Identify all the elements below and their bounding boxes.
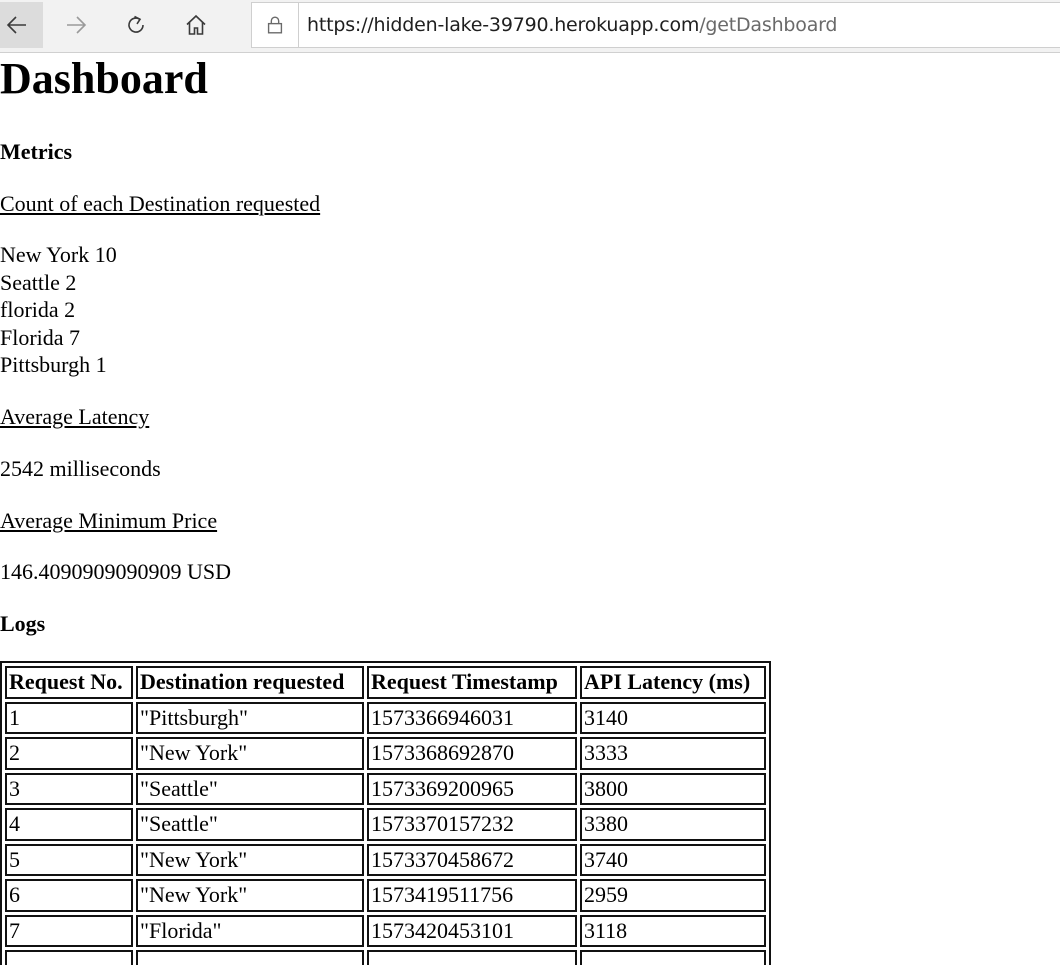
table-cell: 3118 (580, 914, 766, 947)
page-content: Dashboard Metrics Count of each Destinat… (0, 53, 1060, 965)
url-text: https://hidden-lake-39790.herokuapp.com/… (299, 14, 837, 36)
table-cell: "Pittsburgh" (136, 701, 364, 734)
table-cell: "New York" (136, 879, 364, 912)
table-cell: 1573368692870 (367, 737, 577, 770)
table-cell: 2 (5, 737, 133, 770)
table-row: 5 "New York" 1573370458672 3740 (5, 843, 766, 876)
avg-latency-heading: Average Latency (0, 404, 150, 429)
table-cell: 1573370458672 (367, 843, 577, 876)
table-row: 4 "Seattle" 1573370157232 3380 (5, 808, 766, 841)
browser-toolbar: https://hidden-lake-39790.herokuapp.com/… (0, 0, 1060, 53)
address-bar[interactable]: https://hidden-lake-39790.herokuapp.com/… (251, 2, 1060, 48)
table-header-row: Request No. Destination requested Reques… (5, 666, 766, 699)
table-cell: 3740 (580, 843, 766, 876)
table-cell: 1573370157232 (367, 808, 577, 841)
lock-icon (252, 3, 299, 47)
url-host: https://hidden-lake-39790.herokuapp.com (307, 14, 700, 36)
table-cell (367, 950, 577, 965)
list-item: Pittsburgh 1 (0, 352, 107, 377)
table-row: 1 "Pittsburgh" 1573366946031 3140 (5, 701, 766, 734)
table-cell: 7 (5, 914, 133, 947)
destination-count-heading: Count of each Destination requested (0, 191, 321, 216)
table-cell: 5 (5, 843, 133, 876)
table-row: 3 "Seattle" 1573369200965 3800 (5, 772, 766, 805)
home-icon (186, 14, 206, 35)
table-cell (136, 950, 364, 965)
home-button[interactable] (170, 2, 222, 48)
metrics-heading: Metrics (0, 139, 73, 164)
table-cell: 6 (5, 879, 133, 912)
column-header: API Latency (ms) (580, 666, 766, 699)
arrow-right-icon (67, 16, 87, 34)
table-cell: "Florida" (136, 914, 364, 947)
avg-latency-value: 2542 milliseconds (0, 456, 161, 481)
table-row: 6 "New York" 1573419511756 2959 (5, 879, 766, 912)
table-cell: 3380 (580, 808, 766, 841)
arrow-left-icon (6, 16, 26, 34)
list-item: Florida 7 (0, 324, 81, 350)
refresh-button[interactable] (110, 2, 162, 48)
table-cell: 1573366946031 (367, 701, 577, 734)
table-row (5, 950, 766, 965)
table-cell: 1573419511756 (367, 879, 577, 912)
table-cell: 3 (5, 772, 133, 805)
table-cell: 3140 (580, 701, 766, 734)
forward-button[interactable] (50, 2, 102, 48)
column-header: Request Timestamp (367, 666, 577, 699)
logs-table: Request No. Destination requested Reques… (0, 661, 771, 965)
table-row: 2 "New York" 1573368692870 3333 (5, 737, 766, 770)
back-button[interactable] (0, 2, 43, 48)
list-item: florida 2 (0, 297, 76, 322)
list-item: New York 10 (0, 242, 117, 267)
table-cell: 2959 (580, 879, 766, 912)
column-header: Destination requested (136, 666, 364, 699)
table-cell: 1573369200965 (367, 772, 577, 805)
page-title: Dashboard (0, 54, 208, 103)
table-cell (580, 950, 766, 965)
avg-min-price-heading: Average Minimum Price (0, 508, 218, 533)
table-cell: "Seattle" (136, 808, 364, 841)
refresh-icon (128, 15, 144, 33)
table-cell: "Seattle" (136, 772, 364, 805)
table-cell: 4 (5, 808, 133, 841)
logs-heading: Logs (0, 611, 46, 636)
list-item: Seattle 2 (0, 269, 77, 295)
url-path: /getDashboard (699, 14, 838, 36)
table-cell: "New York" (136, 843, 364, 876)
avg-min-price-value: 146.4090909090909 USD (0, 559, 232, 584)
table-cell: 1573420453101 (367, 914, 577, 947)
destination-count-list: New York 10 Seattle 2 florida 2 Florida … (0, 241, 117, 379)
table-cell: 3800 (580, 772, 766, 805)
table-cell: 3333 (580, 737, 766, 770)
table-cell: "New York" (136, 737, 364, 770)
table-cell (5, 950, 133, 965)
table-row: 7 "Florida" 1573420453101 3118 (5, 914, 766, 947)
column-header: Request No. (5, 666, 133, 699)
table-cell: 1 (5, 701, 133, 734)
